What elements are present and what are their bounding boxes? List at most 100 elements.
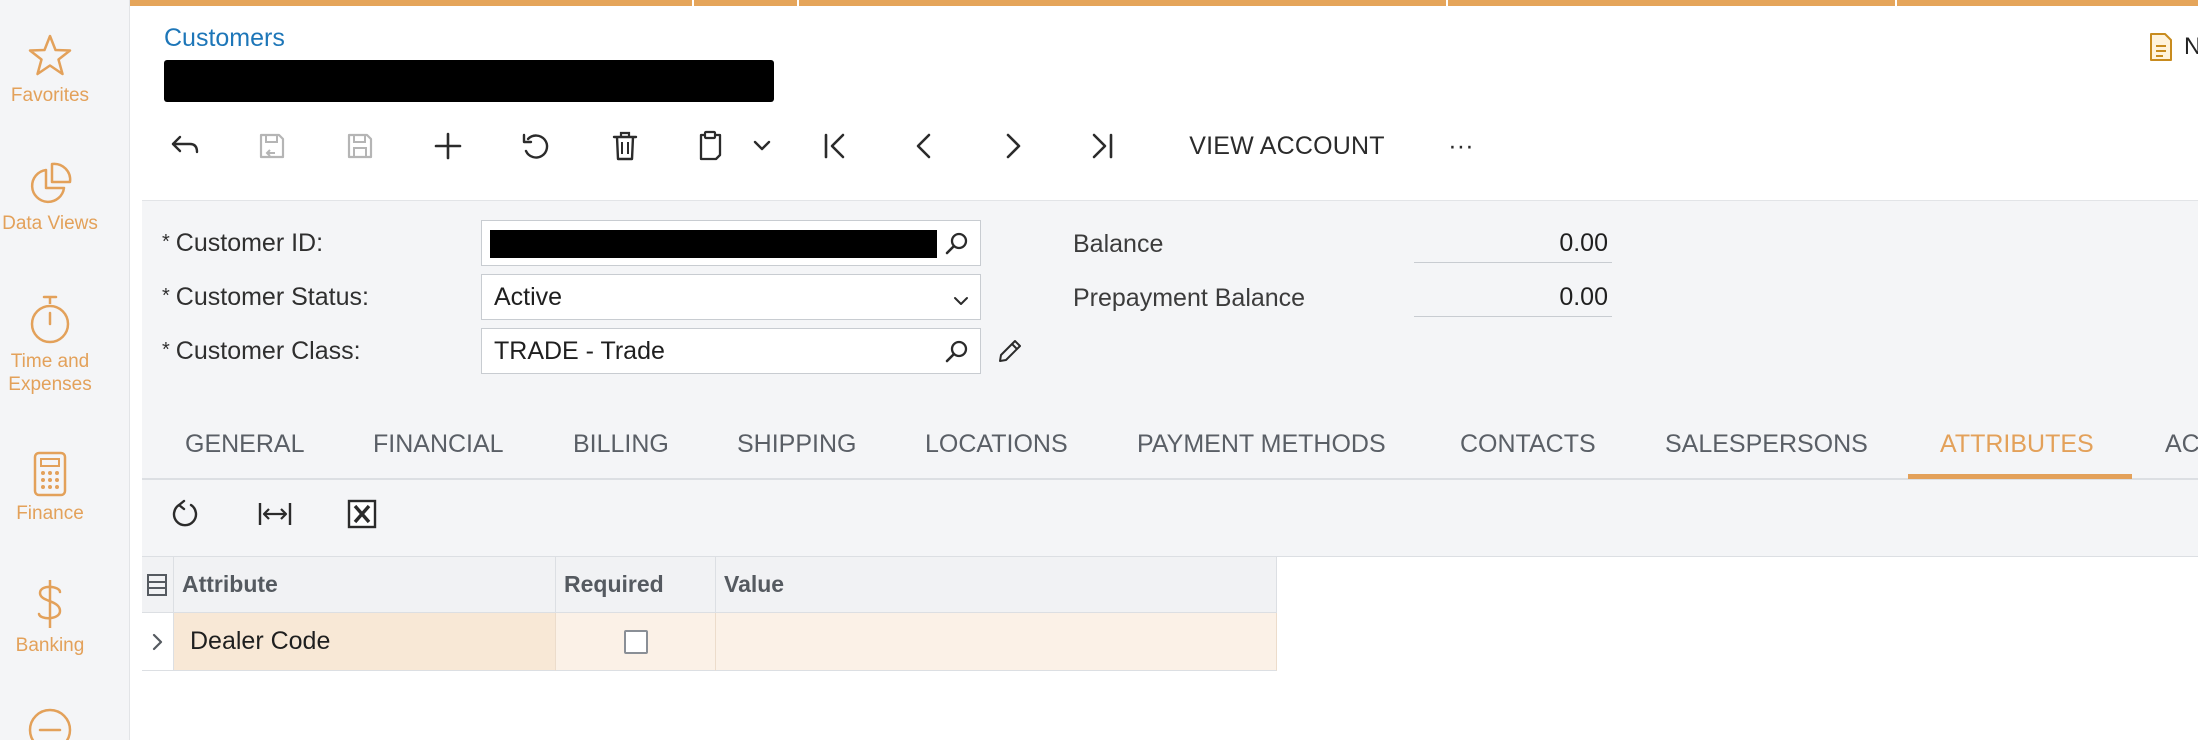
customer-id-redacted [490,230,937,258]
notes-button[interactable]: N [2148,32,2198,62]
edit-pencil-icon[interactable] [996,337,1024,370]
next-record-button[interactable] [993,122,1033,170]
add-button[interactable] [428,122,468,170]
last-record-button[interactable] [1081,122,1121,170]
balance-value: 0.00 [1414,229,1612,263]
view-account-button[interactable]: VIEW ACCOUNT [1172,122,1402,170]
grid-settings-icon [147,573,167,596]
search-icon[interactable] [944,230,970,263]
attributes-grid-area: Attribute Required Value Dealer Code [142,556,2198,740]
undo-arrow-icon [171,135,199,154]
view-account-label: VIEW ACCOUNT [1189,131,1385,160]
column-header-required[interactable]: Required [556,557,716,613]
chevron-right-icon [1006,133,1021,159]
breadcrumb-customers[interactable]: Customers [164,24,285,53]
back-button[interactable] [165,122,205,170]
refresh-button[interactable] [169,498,201,535]
tab-general[interactable]: GENERAL [185,430,304,459]
cell-value[interactable] [716,613,1277,671]
tab-locations[interactable]: LOCATIONS [925,430,1068,459]
nav-item-favorites[interactable]: Favorites [0,32,100,107]
refresh-icon [172,499,198,527]
excel-icon [347,499,377,529]
nav-item-banking[interactable]: Banking [0,578,100,657]
clipboard-icon [699,130,722,161]
tab-attributes[interactable]: ATTRIBUTES [1940,430,2094,459]
cancel-button[interactable] [515,122,555,170]
nav-label-banking: Banking [15,635,85,656]
customer-class-label-text: Customer Class: [175,337,361,365]
save-button[interactable] [340,122,380,170]
nav-label-data-views: Data Views [2,213,98,234]
column-header-value[interactable]: Value [716,557,1277,613]
save-back-icon [259,133,285,159]
required-marker: * [162,231,170,253]
fit-width-icon [258,503,292,525]
tab-billing[interactable]: BILLING [573,430,669,459]
tab-financial[interactable]: FINANCIAL [373,430,504,459]
required-marker: * [162,285,170,307]
trash-icon [612,131,638,161]
tab-bar: GENERAL FINANCIAL BILLING SHIPPING LOCAT… [142,412,2198,480]
last-record-icon [1092,133,1113,159]
pie-chart-icon [30,162,72,204]
tab-shipping[interactable]: SHIPPING [737,430,856,459]
cell-required[interactable] [556,613,716,671]
customer-id-label-text: Customer ID: [175,229,324,257]
copy-paste-button[interactable] [690,122,730,170]
notes-label: N [2184,33,2198,60]
customer-status-select[interactable]: Active [481,274,981,320]
more-actions-label: ··· [1448,131,1474,160]
save-icon [347,133,373,159]
page-title-redacted [164,60,774,102]
stopwatch-icon [30,295,70,344]
nav-item-more[interactable] [0,706,100,740]
balance-label: Balance [1073,230,1164,258]
fit-to-screen-button[interactable] [257,498,293,535]
nav-label-favorites: Favorites [10,85,90,106]
cell-attribute-dealer-code[interactable]: Dealer Code [174,613,556,671]
nav-item-data-views[interactable]: Data Views [0,160,100,235]
row-expand-toggle[interactable] [142,613,174,671]
nav-item-finance[interactable]: Finance [0,450,100,525]
chevron-down-icon [753,140,771,151]
required-marker: * [162,339,170,361]
customer-id-label: * Customer ID: [162,229,323,258]
customer-id-field[interactable] [481,220,981,266]
column-header-attribute[interactable]: Attribute [174,557,556,613]
export-excel-button[interactable] [346,498,378,535]
customer-class-label: * Customer Class: [162,337,361,366]
tab-salespersons[interactable]: SALESPERSONS [1665,430,1868,459]
delete-button[interactable] [605,122,645,170]
search-icon[interactable] [944,338,970,371]
top-accent-strip [0,0,2198,6]
chevron-right-icon [152,633,162,650]
previous-record-button[interactable] [904,122,944,170]
first-record-button[interactable] [816,122,856,170]
customer-status-label: * Customer Status: [162,283,369,312]
left-navigation: Favorites Data Views Time and Expenses F… [0,0,130,740]
nav-label-time-and-expenses: Time and Expenses [8,351,92,395]
calculator-icon [33,451,67,497]
grid-toolbar [142,482,2198,556]
required-checkbox[interactable] [623,629,648,654]
dollar-icon [37,580,62,628]
nav-item-time-and-expenses[interactable]: Time and Expenses [0,294,100,396]
rotate-left-icon [522,133,549,159]
customer-status-label-text: Customer Status: [175,283,369,311]
customer-class-value: TRADE - Trade [494,336,665,365]
nav-label-finance: Finance [16,503,84,524]
more-actions-button[interactable]: ··· [1438,122,1484,170]
tab-contacts[interactable]: CONTACTS [1460,430,1596,459]
copy-paste-dropdown[interactable] [748,122,776,170]
save-and-back-button[interactable] [252,122,292,170]
active-tab-indicator [1908,474,2132,479]
prepayment-balance-value: 0.00 [1414,283,1612,317]
column-settings-header[interactable] [142,557,174,613]
tab-payment-methods[interactable]: PAYMENT METHODS [1137,430,1386,459]
chevron-left-icon [916,133,931,159]
prepayment-balance-label: Prepayment Balance [1073,284,1306,312]
minus-circle-icon [28,708,72,740]
tab-activities[interactable]: AC [2165,430,2198,459]
customer-class-field[interactable]: TRADE - Trade [481,328,981,374]
